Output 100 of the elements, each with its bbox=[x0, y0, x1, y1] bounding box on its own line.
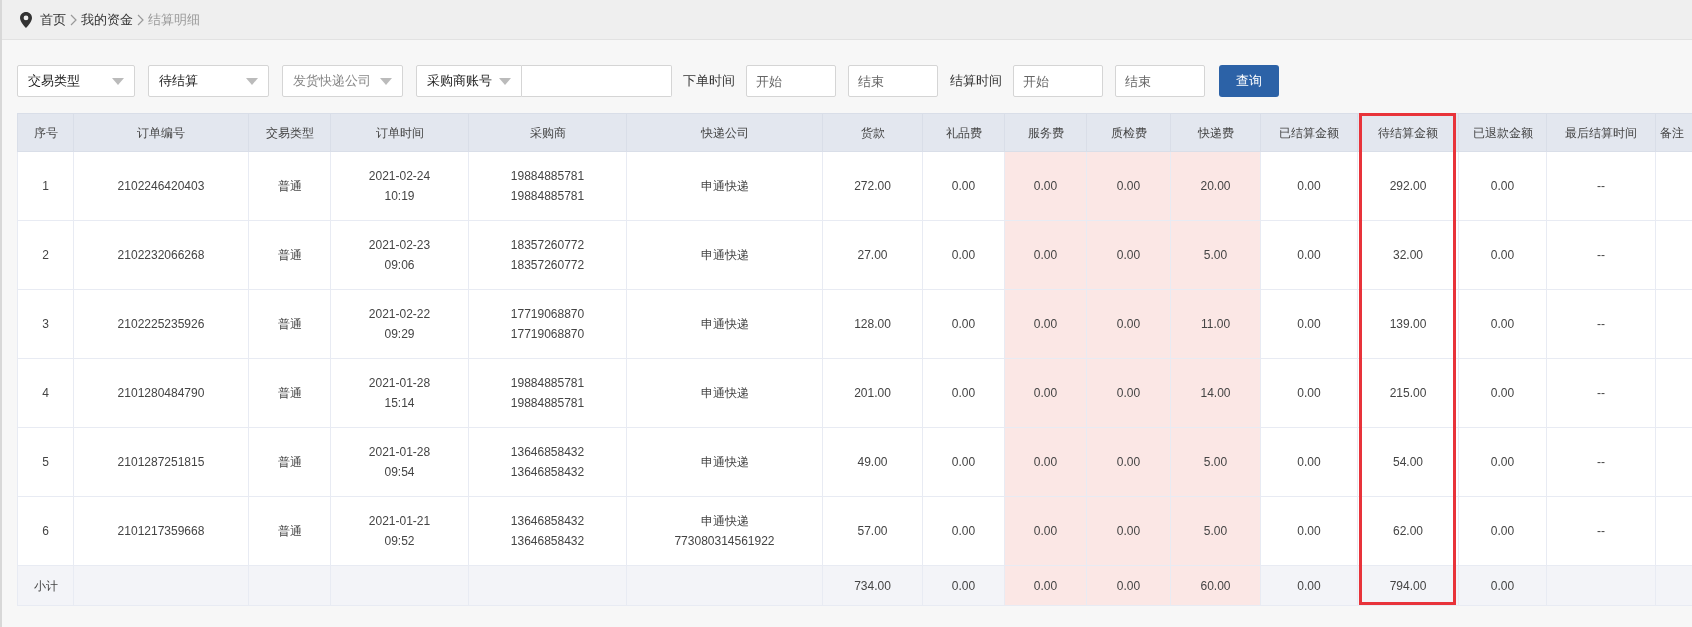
dropdown[interactable]: 采购商账号 bbox=[416, 65, 522, 97]
table-cell: 0.00 bbox=[1260, 358, 1358, 428]
table-cell: -- bbox=[1546, 220, 1656, 290]
table-cell: 2101217359668 bbox=[73, 496, 249, 566]
column-header: 快递费 bbox=[1170, 113, 1261, 152]
table-cell: 2021-02-23 09:06 bbox=[330, 220, 469, 290]
table-cell: 0.00 bbox=[1004, 220, 1087, 290]
caret-down-icon bbox=[246, 77, 258, 85]
table-cell: 3 bbox=[17, 289, 74, 359]
table-cell: 0.00 bbox=[1004, 358, 1087, 428]
caret-down-icon bbox=[112, 77, 124, 85]
table-cell: 0.00 bbox=[951, 578, 976, 593]
table-cell: 申通快递 bbox=[626, 220, 823, 290]
table-cell: 0.00 bbox=[1297, 578, 1321, 593]
table-cell: 0.00 bbox=[1458, 151, 1547, 221]
column-header: 备注 bbox=[1655, 113, 1692, 152]
table-cell: 0.00 bbox=[1086, 358, 1171, 428]
table-cell: 14.00 bbox=[1170, 358, 1261, 428]
table-cell: -- bbox=[1546, 358, 1656, 428]
table-cell: 5 bbox=[17, 427, 74, 497]
table-cell: 4 bbox=[17, 358, 74, 428]
column-header: 订单时间 bbox=[330, 113, 469, 152]
subtotal-label: 小计 bbox=[33, 578, 58, 593]
breadcrumb-link[interactable]: 首页 bbox=[40, 9, 66, 30]
table-cell: 201.00 bbox=[822, 358, 923, 428]
table-cell: 19884885781 19884885781 bbox=[468, 358, 627, 428]
table-cell: 128.00 bbox=[822, 289, 923, 359]
column-header: 订单编号 bbox=[73, 113, 249, 152]
table-cell: 0.00 bbox=[1116, 578, 1141, 593]
input-field[interactable] bbox=[522, 65, 672, 97]
breadcrumb-current: 结算明细 bbox=[148, 10, 200, 29]
table-cell: 0.00 bbox=[1260, 289, 1358, 359]
chevron-right-icon bbox=[137, 13, 144, 26]
table-cell: 0.00 bbox=[1260, 427, 1358, 497]
table-cell: 2021-01-21 09:52 bbox=[330, 496, 469, 566]
date-field[interactable]: 开始 bbox=[746, 65, 836, 97]
table-cell: 申通快递 bbox=[626, 358, 823, 428]
column-header: 货款 bbox=[822, 113, 923, 152]
table-cell: 0.00 bbox=[922, 496, 1005, 566]
table-cell: 0.00 bbox=[1086, 496, 1171, 566]
table-cell: 0.00 bbox=[1086, 427, 1171, 497]
column-header: 快递公司 bbox=[626, 113, 823, 152]
table-cell: 0.00 bbox=[922, 220, 1005, 290]
table-cell: 普通 bbox=[248, 289, 331, 359]
table-cell: 0.00 bbox=[1490, 578, 1515, 593]
table-cell: 0.00 bbox=[1458, 289, 1547, 359]
table-cell: 5.00 bbox=[1170, 427, 1261, 497]
table-cell: 0.00 bbox=[1033, 578, 1058, 593]
table-cell: 794.00 bbox=[1389, 578, 1427, 593]
table-cell: 11.00 bbox=[1170, 289, 1261, 359]
table-cell: 0.00 bbox=[1458, 358, 1547, 428]
search-button[interactable]: 查询 bbox=[1219, 65, 1279, 97]
table-cell: 0.00 bbox=[1004, 496, 1087, 566]
table-cell: 0.00 bbox=[922, 427, 1005, 497]
table-cell: 0.00 bbox=[1086, 220, 1171, 290]
column-header: 质检费 bbox=[1086, 113, 1171, 152]
column-header: 已退款金额 bbox=[1458, 113, 1547, 152]
table-cell: 2101287251815 bbox=[73, 427, 249, 497]
table-cell: 申通快递 bbox=[626, 289, 823, 359]
date-field[interactable]: 结束 bbox=[1115, 65, 1205, 97]
table-cell: 2102232066268 bbox=[73, 220, 249, 290]
table-cell: 申通快递 bbox=[626, 151, 823, 221]
table-cell: 2021-01-28 15:14 bbox=[330, 358, 469, 428]
date-field[interactable]: 开始 bbox=[1013, 65, 1103, 97]
table-cell: -- bbox=[1546, 289, 1656, 359]
table-cell: 2021-02-22 09:29 bbox=[330, 289, 469, 359]
table-cell: 0.00 bbox=[1086, 151, 1171, 221]
date-field[interactable]: 结束 bbox=[848, 65, 938, 97]
dropdown[interactable]: 交易类型 bbox=[17, 65, 135, 97]
column-header: 序号 bbox=[17, 113, 74, 152]
breadcrumb-link[interactable]: 我的资金 bbox=[81, 9, 133, 30]
table-cell: 57.00 bbox=[822, 496, 923, 566]
table-cell: 普通 bbox=[248, 151, 331, 221]
dropdown[interactable]: 发货快递公司 bbox=[282, 65, 403, 97]
filter-label: 下单时间 bbox=[683, 72, 735, 91]
table-cell: 普通 bbox=[248, 220, 331, 290]
table-cell: -- bbox=[1546, 496, 1656, 566]
column-header: 最后结算时间 bbox=[1546, 113, 1656, 152]
table-cell: 272.00 bbox=[822, 151, 923, 221]
table-cell: 0.00 bbox=[1004, 289, 1087, 359]
table-cell: 0.00 bbox=[1260, 151, 1358, 221]
table-cell: 2021-02-24 10:19 bbox=[330, 151, 469, 221]
table-cell: 60.00 bbox=[1200, 578, 1231, 593]
table-cell: 5.00 bbox=[1170, 220, 1261, 290]
column-header: 交易类型 bbox=[248, 113, 331, 152]
table-cell: 17719068870 17719068870 bbox=[468, 289, 627, 359]
table-cell: 0.00 bbox=[1086, 289, 1171, 359]
table-cell: 0.00 bbox=[1458, 220, 1547, 290]
table-cell: 2101280484790 bbox=[73, 358, 249, 428]
table-cell: 0.00 bbox=[1004, 427, 1087, 497]
table-cell: 2102225235926 bbox=[73, 289, 249, 359]
table-cell: 申通快递 bbox=[626, 427, 823, 497]
table-cell: 0.00 bbox=[1458, 496, 1547, 566]
table-cell: 13646858432 13646858432 bbox=[468, 427, 627, 497]
dropdown[interactable]: 待结算 bbox=[148, 65, 269, 97]
table-cell: 5.00 bbox=[1170, 496, 1261, 566]
column-header: 礼品费 bbox=[922, 113, 1005, 152]
table-cell: 1 bbox=[17, 151, 74, 221]
table-cell: 0.00 bbox=[1260, 496, 1358, 566]
table-cell: 18357260772 18357260772 bbox=[468, 220, 627, 290]
